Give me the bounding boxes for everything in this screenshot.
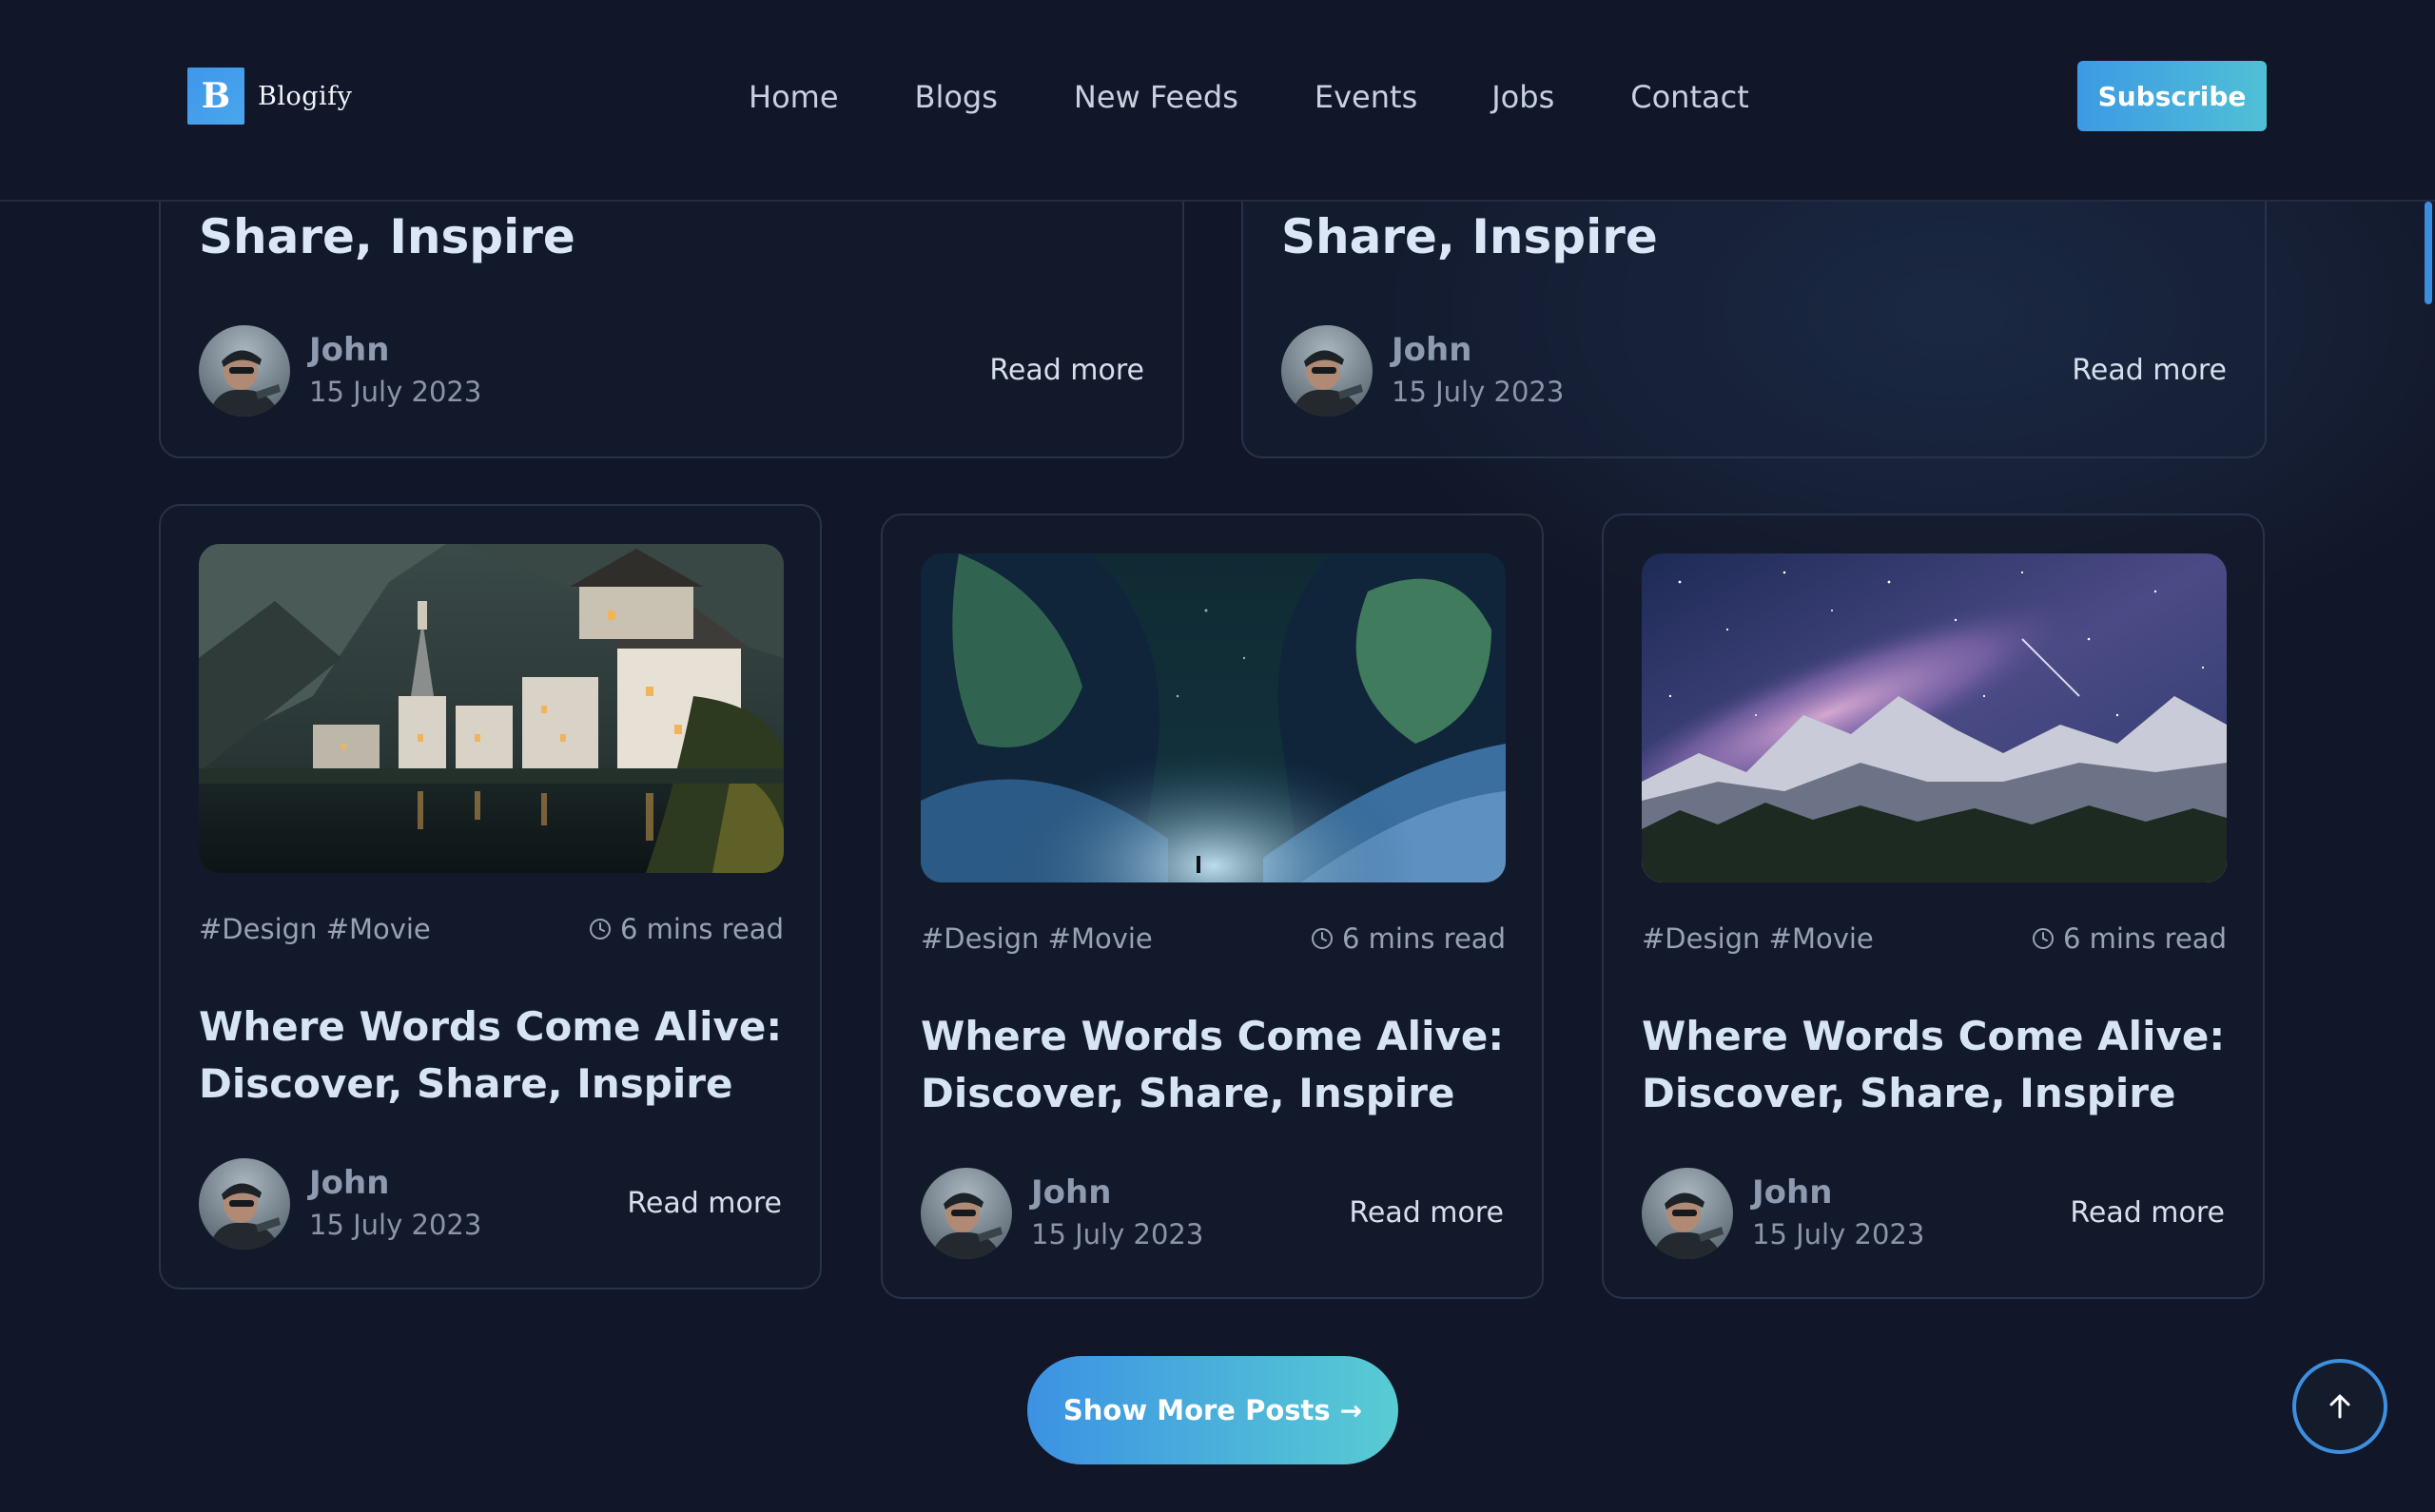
author-name: John	[1752, 1173, 1833, 1212]
post-date: 15 July 2023	[1392, 376, 1565, 408]
author-avatar	[1281, 325, 1373, 417]
arrow-up-icon	[2329, 1394, 2350, 1419]
read-more-link[interactable]: Read more	[2034, 325, 2227, 417]
author-info: John 15 July 2023	[1281, 325, 1564, 417]
post-tags[interactable]: #Design #Movie	[1642, 922, 1874, 955]
read-time-text: 6 mins read	[2063, 922, 2227, 955]
show-more-label: Show More Posts	[1062, 1394, 1331, 1426]
post-tags[interactable]: #Design #Movie	[921, 922, 1153, 955]
lakeside-village-image[interactable]	[199, 544, 784, 873]
post-meta: #Design #Movie 6 mins read	[1642, 922, 2227, 955]
author-avatar	[1642, 1168, 1733, 1259]
nav-item-events[interactable]: Events	[1315, 72, 1417, 122]
read-time: 6 mins read	[588, 913, 784, 945]
read-time-text: 6 mins read	[620, 913, 784, 945]
author-name: John	[1031, 1173, 1112, 1212]
logo[interactable]: B Blogify	[187, 68, 352, 125]
post-meta: #Design #Movie 6 mins read	[199, 913, 784, 945]
post-date: 15 July 2023	[1752, 1218, 1925, 1250]
read-more-link[interactable]: Read more	[589, 1158, 782, 1250]
post-title[interactable]: Where Words Come Alive: Discover, Share,…	[199, 998, 784, 1113]
post-card: #Design #Movie 6 mins read Where Words C…	[1602, 514, 2265, 1299]
read-time: 6 mins read	[2031, 922, 2227, 955]
post-title[interactable]: Share, Inspire	[199, 209, 575, 264]
clock-icon	[590, 919, 611, 940]
post-date: 15 July 2023	[309, 376, 482, 408]
nav-item-blogs[interactable]: Blogs	[915, 72, 998, 122]
author-avatar	[921, 1168, 1012, 1259]
nav-item-new-feeds[interactable]: New Feeds	[1074, 72, 1238, 122]
author-name: John	[309, 1164, 390, 1202]
post-meta: #Design #Movie 6 mins read	[921, 922, 1506, 955]
aurora-canyon-image[interactable]	[921, 553, 1506, 882]
post-card: #Design #Movie 6 mins read Where Words C…	[881, 514, 1544, 1299]
author-name: John	[309, 331, 390, 369]
author-info: John 15 July 2023	[921, 1168, 1203, 1259]
read-time-text: 6 mins read	[1342, 922, 1506, 955]
nav-item-contact[interactable]: Contact	[1630, 72, 1749, 122]
logo-text: Blogify	[258, 81, 353, 111]
post-card: #Design #Movie 6 mins read Where Words C…	[159, 504, 822, 1289]
site-header: B Blogify Home Blogs New Feeds Events Jo…	[0, 0, 2435, 202]
author-info: John 15 July 2023	[199, 325, 481, 417]
blog-page: B Blogify Home Blogs New Feeds Events Jo…	[0, 0, 2435, 1512]
read-more-link[interactable]: Read more	[1311, 1168, 1504, 1259]
clock-icon	[2033, 928, 2054, 949]
author-avatar	[199, 325, 290, 417]
subscribe-button[interactable]: Subscribe	[2077, 61, 2267, 131]
author-info: John 15 July 2023	[1642, 1168, 1924, 1259]
arrow-right-icon: →	[1339, 1394, 1363, 1426]
post-date: 15 July 2023	[309, 1209, 482, 1241]
author-info: John 15 July 2023	[199, 1158, 481, 1250]
post-date: 15 July 2023	[1031, 1218, 1204, 1250]
nav-item-home[interactable]: Home	[749, 72, 839, 122]
author-name: John	[1392, 331, 1472, 369]
show-more-posts-button[interactable]: Show More Posts →	[1027, 1356, 1398, 1464]
read-more-link[interactable]: Read more	[2032, 1168, 2225, 1259]
post-title[interactable]: Where Words Come Alive: Discover, Share,…	[921, 1008, 1506, 1122]
logo-mark: B	[187, 68, 244, 125]
scrollbar-thumb[interactable]	[2425, 202, 2432, 304]
clock-icon	[1312, 928, 1333, 949]
back-to-top-button[interactable]	[2292, 1359, 2387, 1454]
read-more-link[interactable]: Read more	[951, 325, 1144, 417]
post-tags[interactable]: #Design #Movie	[199, 913, 431, 945]
post-title[interactable]: Where Words Come Alive: Discover, Share,…	[1642, 1008, 2227, 1122]
nav-item-jobs[interactable]: Jobs	[1491, 72, 1554, 122]
post-title[interactable]: Share, Inspire	[1281, 209, 1658, 264]
read-time: 6 mins read	[1310, 922, 1506, 955]
author-avatar	[199, 1158, 290, 1250]
main-nav: Home Blogs New Feeds Events Jobs Contact	[749, 72, 1749, 122]
milky-way-mountains-image[interactable]	[1642, 553, 2227, 882]
